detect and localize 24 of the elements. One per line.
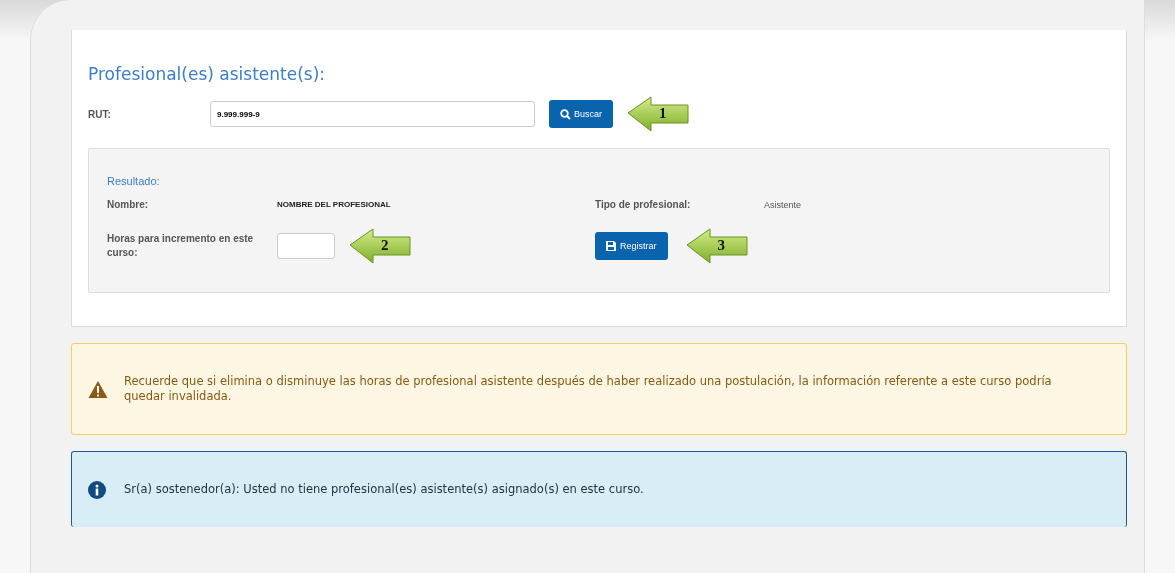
- field-value: NOMBRE DEL PROFESIONAL: [277, 200, 392, 209]
- field-label: Tipo de profesional:: [595, 199, 692, 210]
- field-label: Horas para incremento en este curso:: [107, 232, 255, 260]
- arrow-icon: [627, 96, 689, 132]
- callout-number: 2: [381, 237, 389, 254]
- warning-icon: [88, 380, 108, 398]
- result-title: Resultado:: [107, 175, 161, 187]
- search-icon: [560, 108, 571, 120]
- hours-field[interactable]: [277, 233, 335, 259]
- search-button[interactable]: Buscar: [549, 100, 613, 128]
- alert-message: Recuerde que si elimina o disminuye las horas de profesional asistente después de haber realizado una postulación, la información referente a este curso podría quedar invalidada.: [124, 374, 1053, 404]
- callout-number: 1: [659, 105, 667, 122]
- alert-message: Sr(a) sostenedor(a): Usted no tiene profesional(es) asistente(s) asignado(s) en este curso.: [124, 482, 644, 497]
- field-label: Nombre:: [107, 199, 150, 210]
- arrow-icon: [685, 228, 748, 264]
- rut-field[interactable]: 9.999.999-9: [210, 101, 535, 127]
- info-icon: [88, 480, 108, 499]
- field-value: Asistente: [764, 199, 803, 210]
- register-button[interactable]: Registrar: [595, 232, 668, 260]
- field-label: RUT:: [88, 108, 112, 120]
- save-icon: [606, 240, 617, 252]
- section-title: Profesional(es) asistente(s):: [88, 64, 327, 84]
- arrow-icon: [349, 228, 411, 264]
- callout-number: 3: [717, 237, 725, 254]
